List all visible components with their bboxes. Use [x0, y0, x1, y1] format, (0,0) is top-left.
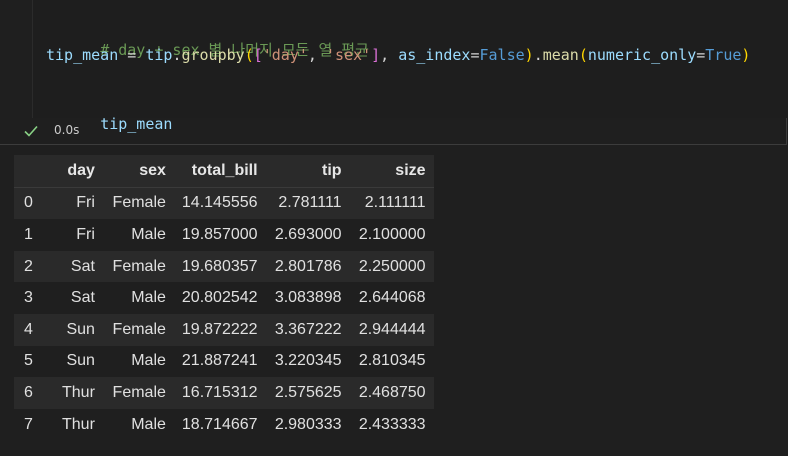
- cell-total-bill: 16.715312: [181, 383, 258, 401]
- code-token-paren: ): [741, 46, 751, 64]
- code-token-keyword: False: [479, 46, 525, 64]
- cell-sex: Male: [131, 415, 166, 433]
- cell-status-bar: 0.0s: [0, 118, 787, 144]
- notebook-code-cell[interactable]: # day + sex 별 나머지 모든 열 평균 tip_mean = tip…: [0, 0, 788, 145]
- cell-tip: 2.801786: [274, 257, 342, 275]
- column-header-sex: sex: [139, 161, 166, 179]
- cell-output: day sex total_bill tip size 0 Fri Female…: [14, 155, 434, 441]
- column-header-total-bill: total_bill: [191, 161, 258, 179]
- table-row: 3 Sat Male 20.802542 3.083898 2.644068: [14, 282, 434, 314]
- cell-size: 2.250000: [358, 257, 426, 275]
- cell-size: 2.111111: [364, 194, 426, 212]
- cell-tip: 3.083898: [274, 289, 342, 307]
- table-row: 6 Thur Female 16.715312 2.575625 2.46875…: [14, 377, 434, 409]
- cell-day: Sun: [66, 352, 95, 370]
- cell-sex: Female: [112, 383, 166, 401]
- row-index: 7: [24, 415, 33, 433]
- cell-tip: 3.220345: [274, 352, 342, 370]
- column-header-day: day: [67, 161, 95, 179]
- cell-sex: Female: [112, 257, 166, 275]
- table-header-row: day sex total_bill tip size: [14, 155, 434, 188]
- code-token-comma: ,: [380, 46, 399, 64]
- execution-time: 0.0s: [54, 123, 80, 137]
- cell-total-bill: 19.872222: [181, 320, 258, 338]
- cell-day: Sun: [66, 320, 95, 338]
- code-line-groupby: tip_mean = tip.groupby(['day', 'sex'], a…: [46, 44, 750, 66]
- table-row: 5 Sun Male 21.887241 3.220345 2.810345: [14, 345, 434, 378]
- cell-sex: Male: [131, 352, 166, 370]
- table-row: 0 Fri Female 14.145556 2.781111 2.111111: [14, 187, 434, 220]
- code-line-output-var: tip_mean: [46, 91, 172, 133]
- cell-sex: Female: [112, 194, 166, 212]
- code-token-kwarg: numeric_only: [587, 46, 697, 64]
- code-token-paren: (: [578, 46, 588, 64]
- cell-total-bill: 19.680357: [181, 257, 258, 275]
- column-header-size: size: [395, 161, 426, 179]
- cell-day: Sat: [70, 257, 95, 275]
- code-token-kwarg: as_index: [398, 46, 471, 64]
- code-token-comma: ,: [307, 46, 326, 64]
- cell-size: 2.433333: [358, 415, 426, 433]
- row-index: 4: [24, 320, 33, 338]
- column-header-tip: tip: [322, 161, 342, 179]
- row-index: 5: [24, 352, 33, 370]
- table-row: 4 Sun Female 19.872222 3.367222 2.944444: [14, 313, 434, 346]
- check-icon: [24, 125, 38, 137]
- row-index: 3: [24, 289, 33, 307]
- code-token-eq: =: [696, 46, 706, 64]
- cell-size: 2.810345: [358, 352, 426, 370]
- table-row: 1 Fri Male 19.857000 2.693000 2.100000: [14, 219, 434, 251]
- cell-total-bill: 19.857000: [181, 225, 258, 243]
- cell-day: Thur: [62, 383, 95, 401]
- cell-tip: 2.980333: [274, 415, 342, 433]
- cell-day: Thur: [62, 415, 95, 433]
- table-row: 2 Sat Female 19.680357 2.801786 2.250000: [14, 250, 434, 283]
- row-index: 2: [24, 257, 33, 275]
- code-token-paren: ): [524, 46, 534, 64]
- cell-size: 2.944444: [358, 320, 426, 338]
- code-token-var: tip_mean: [46, 46, 119, 64]
- cell-day: Fri: [76, 225, 95, 243]
- cell-size: 2.644068: [358, 289, 426, 307]
- cell-size: 2.468750: [358, 383, 426, 401]
- code-token-method: mean: [542, 46, 579, 64]
- row-index: 1: [24, 225, 33, 243]
- code-token-method: groupby: [181, 46, 245, 64]
- row-index: 6: [24, 383, 33, 401]
- column-header-index: [14, 155, 47, 187]
- code-token-bracket: ]: [371, 46, 381, 64]
- dataframe-table: day sex total_bill tip size 0 Fri Female…: [14, 155, 434, 441]
- code-token-string: 'day': [262, 46, 308, 64]
- cell-sex: Male: [131, 289, 166, 307]
- cell-tip: 2.575625: [274, 383, 342, 401]
- cell-size: 2.100000: [358, 225, 426, 243]
- cell-total-bill: 20.802542: [181, 289, 258, 307]
- code-token-op: =: [118, 46, 146, 64]
- code-token-keyword: True: [705, 46, 742, 64]
- code-editor[interactable]: # day + sex 별 나머지 모든 열 평균 tip_mean = tip…: [32, 0, 788, 133]
- cell-day: Sat: [70, 289, 95, 307]
- code-token-eq: =: [470, 46, 480, 64]
- cell-tip: 3.367222: [274, 320, 342, 338]
- code-token-bracket: [: [253, 46, 263, 64]
- cell-day: Fri: [76, 194, 95, 212]
- cell-total-bill: 14.145556: [181, 194, 258, 212]
- cell-total-bill: 21.887241: [181, 352, 258, 370]
- cell-tip: 2.693000: [274, 225, 342, 243]
- cell-sex: Female: [112, 320, 166, 338]
- cell-total-bill: 18.714667: [181, 415, 258, 433]
- cell-sex: Male: [131, 225, 166, 243]
- code-token-string: 'sex': [325, 46, 372, 64]
- code-token-paren: (: [244, 46, 254, 64]
- code-line-comment: # day + sex 별 나머지 모든 열 평균: [46, 17, 369, 59]
- code-token-dot: .: [533, 46, 543, 64]
- cell-tip: 2.781111: [278, 194, 342, 212]
- code-token-obj: tip: [145, 46, 173, 64]
- table-row: 7 Thur Male 18.714667 2.980333 2.433333: [14, 408, 434, 441]
- row-index: 0: [24, 194, 33, 212]
